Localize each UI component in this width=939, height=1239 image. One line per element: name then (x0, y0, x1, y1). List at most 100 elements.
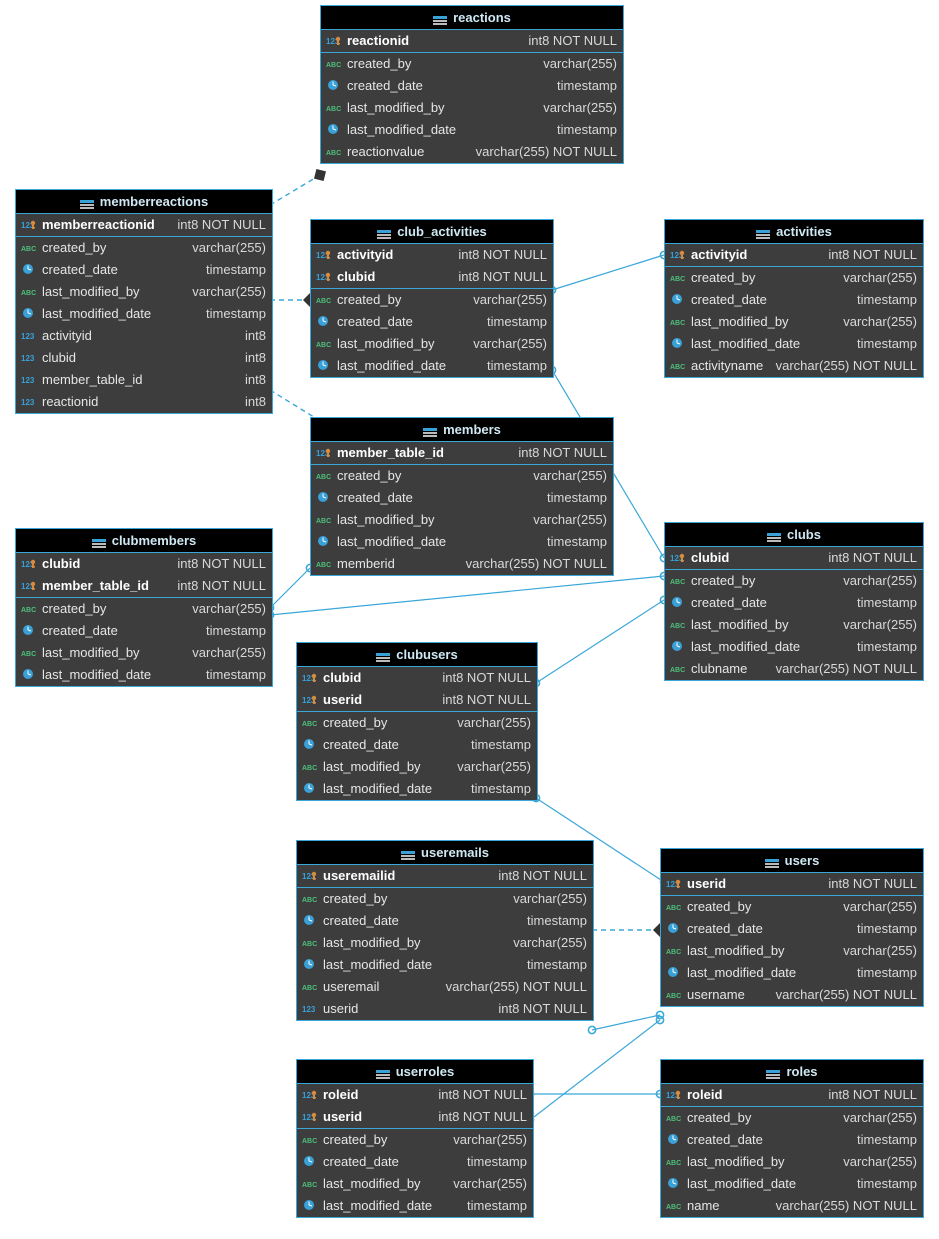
column-row[interactable]: last_modified_datetimestamp (661, 1173, 923, 1195)
column-row[interactable]: last_modified_datetimestamp (297, 778, 537, 800)
column-row[interactable]: 123memberreactionidint8 NOT NULL (16, 214, 272, 236)
entity-header[interactable]: club_activities (311, 220, 553, 244)
entity-header[interactable]: members (311, 418, 613, 442)
column-row[interactable]: ABClast_modified_byvarchar(255) (665, 311, 923, 333)
column-row[interactable]: 123clubidint8 NOT NULL (297, 667, 537, 689)
column-row[interactable]: ABClast_modified_byvarchar(255) (297, 932, 593, 954)
column-row[interactable]: ABCreactionvaluevarchar(255) NOT NULL (321, 141, 623, 163)
column-row[interactable]: ABCusernamevarchar(255) NOT NULL (661, 984, 923, 1006)
column-row[interactable]: ABCclubnamevarchar(255) NOT NULL (665, 658, 923, 680)
column-row[interactable]: ABCcreated_byvarchar(255) (311, 465, 613, 487)
entity-useremails[interactable]: useremails123useremailidint8 NOT NULLABC… (296, 840, 594, 1021)
column-row[interactable]: 123member_table_idint8 NOT NULL (16, 575, 272, 597)
column-row[interactable]: ABClast_modified_byvarchar(255) (16, 281, 272, 303)
entity-header[interactable]: users (661, 849, 923, 873)
entity-users[interactable]: users123useridint8 NOT NULLABCcreated_by… (660, 848, 924, 1007)
column-row[interactable]: 123clubidint8 (16, 347, 272, 369)
entity-header[interactable]: roles (661, 1060, 923, 1084)
column-row[interactable]: 123useremailidint8 NOT NULL (297, 865, 593, 887)
column-row[interactable]: created_datetimestamp (297, 1151, 533, 1173)
column-row[interactable]: ABCcreated_byvarchar(255) (297, 712, 537, 734)
column-row[interactable]: last_modified_datetimestamp (665, 636, 923, 658)
entity-header[interactable]: useremails (297, 841, 593, 865)
column-row[interactable]: ABCcreated_byvarchar(255) (297, 888, 593, 910)
column-row[interactable]: ABClast_modified_byvarchar(255) (661, 940, 923, 962)
column-row[interactable]: last_modified_datetimestamp (311, 531, 613, 553)
column-row[interactable]: created_datetimestamp (321, 75, 623, 97)
entity-memberreactions[interactable]: memberreactions123memberreactionidint8 N… (15, 189, 273, 414)
column-row[interactable]: created_datetimestamp (297, 734, 537, 756)
column-row[interactable]: ABClast_modified_byvarchar(255) (665, 614, 923, 636)
column-row[interactable]: 123member_table_idint8 (16, 369, 272, 391)
column-row[interactable]: created_datetimestamp (16, 620, 272, 642)
column-row[interactable]: ABCcreated_byvarchar(255) (321, 53, 623, 75)
column-row[interactable]: ABClast_modified_byvarchar(255) (321, 97, 623, 119)
column-row[interactable]: created_datetimestamp (16, 259, 272, 281)
column-row[interactable]: created_datetimestamp (661, 918, 923, 940)
entity-club_activities[interactable]: club_activities123activityidint8 NOT NUL… (310, 219, 554, 378)
column-row[interactable]: created_datetimestamp (311, 487, 613, 509)
column-row[interactable]: last_modified_datetimestamp (16, 303, 272, 325)
column-row[interactable]: last_modified_datetimestamp (297, 1195, 533, 1217)
column-row[interactable]: created_datetimestamp (297, 910, 593, 932)
column-row[interactable]: last_modified_datetimestamp (16, 664, 272, 686)
column-row[interactable]: created_datetimestamp (665, 289, 923, 311)
column-row[interactable]: ABCcreated_byvarchar(255) (665, 267, 923, 289)
column-row[interactable]: 123roleidint8 NOT NULL (297, 1084, 533, 1106)
column-row[interactable]: ABCcreated_byvarchar(255) (16, 237, 272, 259)
column-row[interactable]: ABCcreated_byvarchar(255) (665, 570, 923, 592)
column-row[interactable]: 123clubidint8 NOT NULL (311, 266, 553, 288)
column-row[interactable]: 123useridint8 NOT NULL (661, 873, 923, 895)
column-row[interactable]: ABCuseremailvarchar(255) NOT NULL (297, 976, 593, 998)
column-row[interactable]: 123reactionidint8 NOT NULL (321, 30, 623, 52)
column-row[interactable]: ABCcreated_byvarchar(255) (311, 289, 553, 311)
column-row[interactable]: 123clubidint8 NOT NULL (665, 547, 923, 569)
column-row[interactable]: 123useridint8 NOT NULL (297, 1106, 533, 1128)
entity-activities[interactable]: activities123activityidint8 NOT NULLABCc… (664, 219, 924, 378)
column-row[interactable]: ABCnamevarchar(255) NOT NULL (661, 1195, 923, 1217)
column-row[interactable]: 123clubidint8 NOT NULL (16, 553, 272, 575)
entity-userroles[interactable]: userroles123roleidint8 NOT NULL123userid… (296, 1059, 534, 1218)
column-row[interactable]: 123activityidint8 (16, 325, 272, 347)
column-row[interactable]: 123member_table_idint8 NOT NULL (311, 442, 613, 464)
column-row[interactable]: ABClast_modified_byvarchar(255) (297, 756, 537, 778)
column-row[interactable]: ABClast_modified_byvarchar(255) (661, 1151, 923, 1173)
entity-header[interactable]: clubusers (297, 643, 537, 667)
entity-reactions[interactable]: reactions123reactionidint8 NOT NULLABCcr… (320, 5, 624, 164)
column-row[interactable]: last_modified_datetimestamp (311, 355, 553, 377)
column-row[interactable]: ABClast_modified_byvarchar(255) (297, 1173, 533, 1195)
entity-header[interactable]: activities (665, 220, 923, 244)
column-row[interactable]: ABClast_modified_byvarchar(255) (311, 509, 613, 531)
entity-header[interactable]: clubs (665, 523, 923, 547)
column-row[interactable]: 123roleidint8 NOT NULL (661, 1084, 923, 1106)
column-row[interactable]: 123activityidint8 NOT NULL (311, 244, 553, 266)
column-row[interactable]: created_datetimestamp (661, 1129, 923, 1151)
column-row[interactable]: ABCactivitynamevarchar(255) NOT NULL (665, 355, 923, 377)
entity-header[interactable]: userroles (297, 1060, 533, 1084)
entity-clubmembers[interactable]: clubmembers123clubidint8 NOT NULL123memb… (15, 528, 273, 687)
entity-clubusers[interactable]: clubusers123clubidint8 NOT NULL123userid… (296, 642, 538, 801)
column-row[interactable]: ABCcreated_byvarchar(255) (16, 598, 272, 620)
column-row[interactable]: 123activityidint8 NOT NULL (665, 244, 923, 266)
entity-members[interactable]: members123member_table_idint8 NOT NULLAB… (310, 417, 614, 576)
entity-header[interactable]: reactions (321, 6, 623, 30)
column-row[interactable]: created_datetimestamp (311, 311, 553, 333)
column-row[interactable]: created_datetimestamp (665, 592, 923, 614)
entity-header[interactable]: clubmembers (16, 529, 272, 553)
entity-header[interactable]: memberreactions (16, 190, 272, 214)
column-row[interactable]: ABCcreated_byvarchar(255) (661, 896, 923, 918)
entity-roles[interactable]: roles123roleidint8 NOT NULLABCcreated_by… (660, 1059, 924, 1218)
column-row[interactable]: ABClast_modified_byvarchar(255) (16, 642, 272, 664)
column-row[interactable]: 123useridint8 NOT NULL (297, 998, 593, 1020)
column-row[interactable]: 123reactionidint8 (16, 391, 272, 413)
entity-clubs[interactable]: clubs123clubidint8 NOT NULLABCcreated_by… (664, 522, 924, 681)
column-row[interactable]: last_modified_datetimestamp (661, 962, 923, 984)
column-row[interactable]: ABCmemberidvarchar(255) NOT NULL (311, 553, 613, 575)
column-row[interactable]: ABCcreated_byvarchar(255) (297, 1129, 533, 1151)
column-row[interactable]: ABClast_modified_byvarchar(255) (311, 333, 553, 355)
column-row[interactable]: ABCcreated_byvarchar(255) (661, 1107, 923, 1129)
column-row[interactable]: last_modified_datetimestamp (665, 333, 923, 355)
column-row[interactable]: 123useridint8 NOT NULL (297, 689, 537, 711)
column-row[interactable]: last_modified_datetimestamp (321, 119, 623, 141)
column-row[interactable]: last_modified_datetimestamp (297, 954, 593, 976)
